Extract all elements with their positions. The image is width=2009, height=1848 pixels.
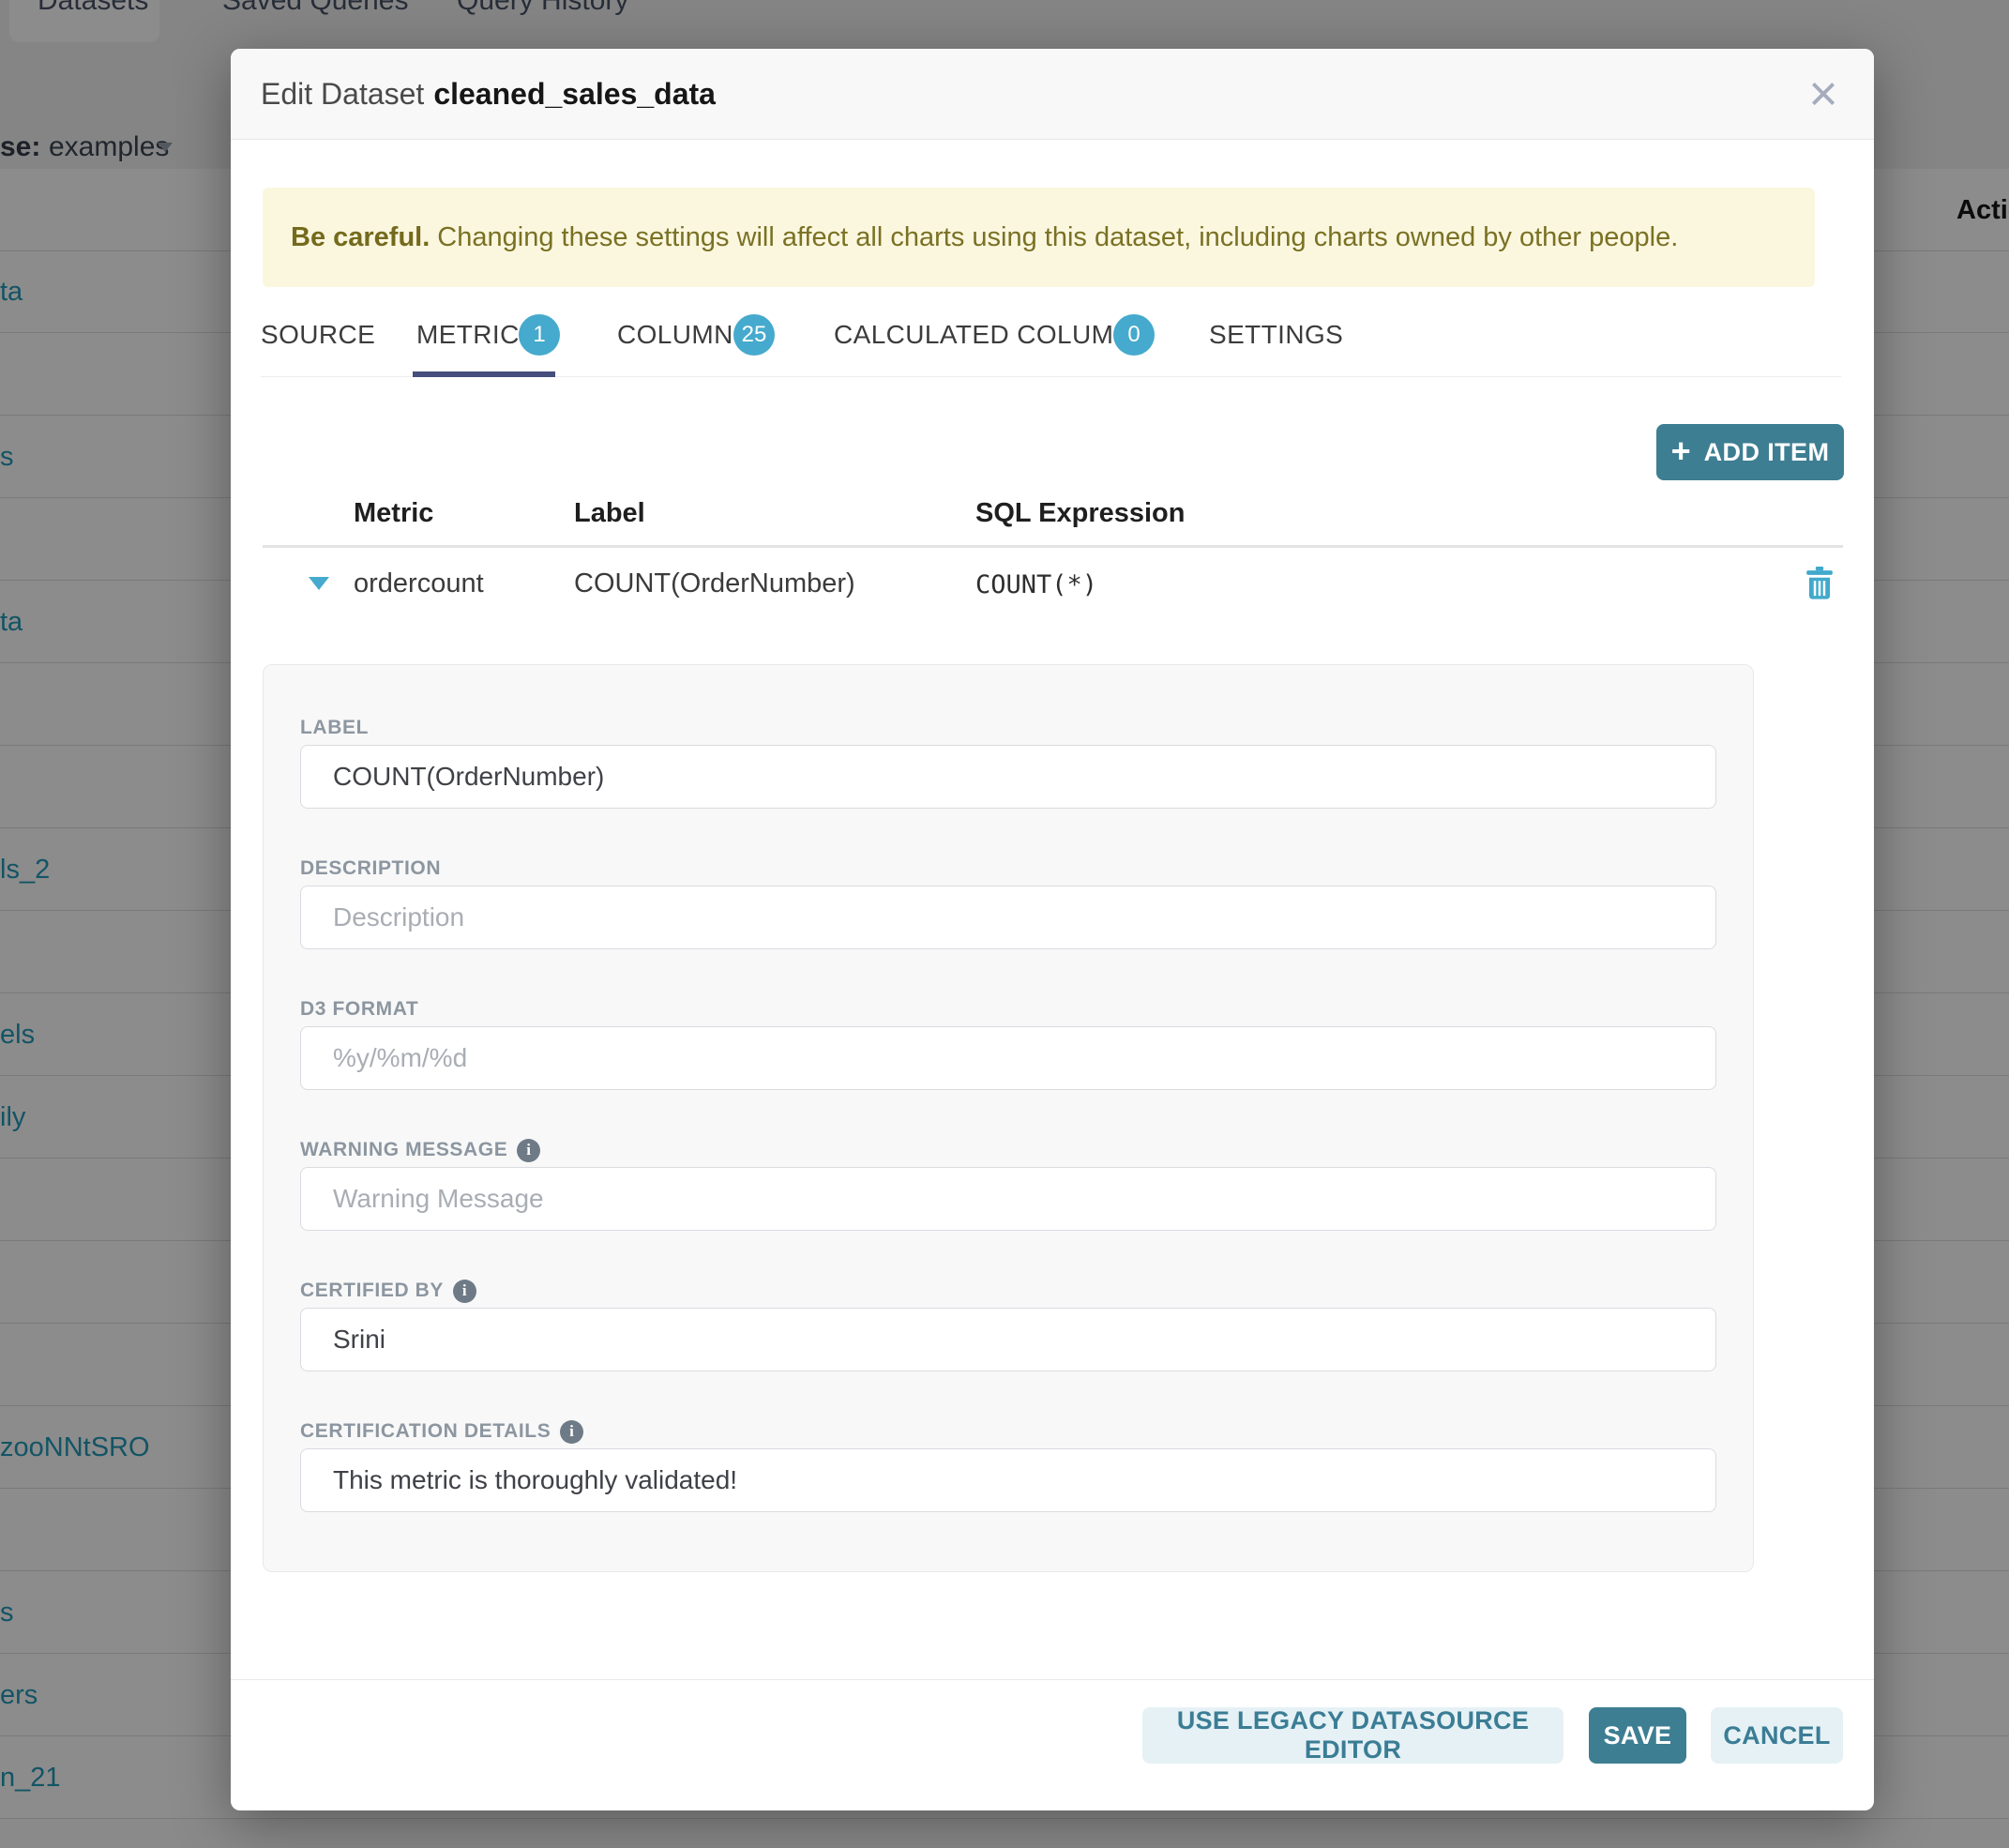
label-field-input[interactable]: [300, 745, 1716, 809]
delete-metric-trash-icon[interactable]: [1803, 567, 1836, 600]
certified-by-field-label: CERTIFIED BY i: [300, 1279, 476, 1303]
modal-title: Edit Dataset cleaned_sales_data: [261, 49, 716, 139]
d3-format-field-label: D3 FORMAT: [300, 997, 418, 1022]
column-header-divider: [263, 545, 1843, 548]
save-button[interactable]: SAVE: [1589, 1707, 1686, 1764]
field-label-text: CERTIFICATION DETAILS: [300, 1420, 551, 1443]
tab-settings[interactable]: SETTINGS: [1209, 319, 1343, 351]
field-label-text: D3 FORMAT: [300, 998, 418, 1021]
warning-banner-text: Changing these settings will affect all …: [437, 222, 1678, 253]
metric-name-cell: ordercount: [354, 568, 484, 599]
close-icon[interactable]: ×: [1795, 66, 1851, 122]
warning-message-field-input[interactable]: [300, 1167, 1716, 1231]
cancel-button[interactable]: CANCEL: [1711, 1707, 1843, 1764]
description-field-input[interactable]: [300, 886, 1716, 949]
use-legacy-datasource-editor-button[interactable]: USE LEGACY DATASOURCE EDITOR: [1142, 1707, 1563, 1764]
info-icon: i: [453, 1280, 476, 1303]
description-field-label: DESCRIPTION: [300, 856, 441, 881]
column-header-sql-expression: SQL Expression: [975, 498, 1186, 529]
modal-header: Edit Dataset cleaned_sales_data ×: [231, 49, 1874, 140]
field-label-text: DESCRIPTION: [300, 857, 441, 880]
tab-metrics-badge: 1: [519, 314, 560, 356]
field-label-text: CERTIFIED BY: [300, 1280, 444, 1302]
metric-label-cell: COUNT(OrderNumber): [574, 568, 855, 599]
metric-sql-cell: COUNT(*): [975, 570, 1097, 599]
d3-format-field-input[interactable]: [300, 1026, 1716, 1090]
warning-message-field-label: WARNING MESSAGE i: [300, 1138, 540, 1162]
modal-title-dataset-name: cleaned_sales_data: [433, 77, 716, 112]
tab-columns[interactable]: COLUMNS: [617, 319, 751, 351]
footer-divider: [231, 1679, 1874, 1680]
column-header-label: Label: [574, 498, 645, 529]
add-item-button[interactable]: + ADD ITEM: [1656, 424, 1844, 480]
info-icon: i: [560, 1420, 583, 1444]
field-label-text: WARNING MESSAGE: [300, 1139, 507, 1161]
warning-banner-bold: Be careful.: [291, 222, 430, 253]
certification-details-field-input[interactable]: [300, 1448, 1716, 1512]
info-icon: i: [517, 1139, 540, 1162]
tab-calculated-columns[interactable]: CALCULATED COLUMNS: [834, 319, 1151, 351]
field-label-text: LABEL: [300, 717, 369, 739]
plus-icon: +: [1671, 434, 1691, 468]
tab-columns-badge: 25: [733, 314, 775, 356]
certified-by-field-input[interactable]: [300, 1308, 1716, 1371]
column-header-metric: Metric: [354, 498, 433, 529]
add-item-label: ADD ITEM: [1704, 438, 1830, 467]
active-tab-indicator: [413, 371, 555, 377]
collapse-row-caret-icon[interactable]: [309, 577, 329, 590]
modal-title-prefix: Edit Dataset: [261, 77, 424, 112]
edit-dataset-modal: Edit Dataset cleaned_sales_data × Be car…: [231, 49, 1874, 1810]
tab-source[interactable]: SOURCE: [261, 319, 375, 351]
label-field-label: LABEL: [300, 716, 369, 740]
warning-banner: Be careful. Changing these settings will…: [263, 188, 1815, 287]
tab-calculated-columns-badge: 0: [1113, 314, 1155, 356]
certification-details-field-label: CERTIFICATION DETAILS i: [300, 1419, 583, 1444]
